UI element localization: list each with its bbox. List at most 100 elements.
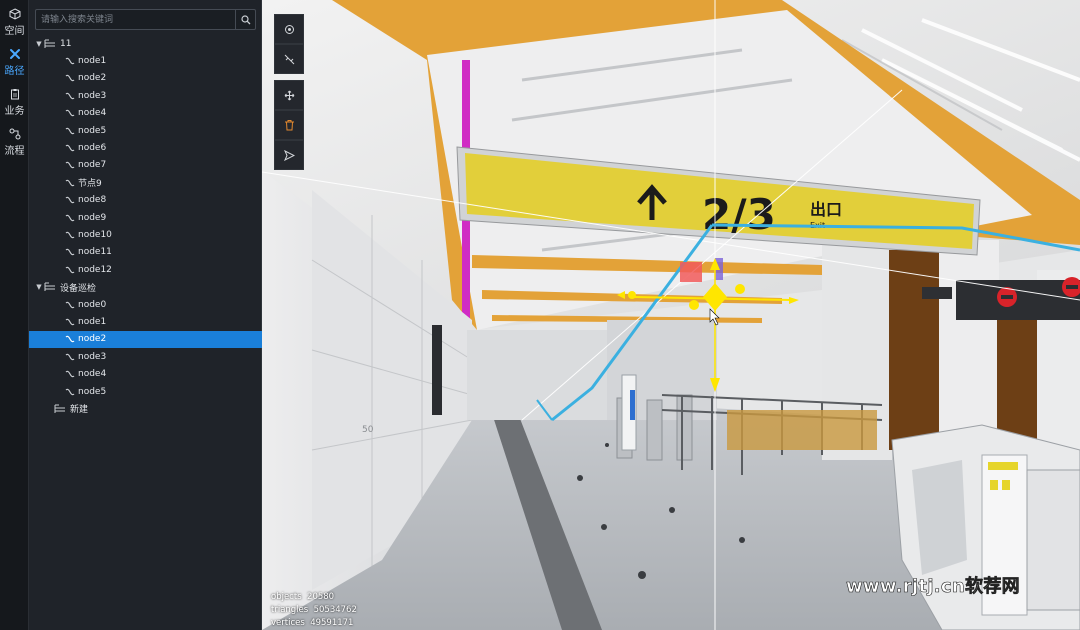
- node-path-icon: [65, 266, 75, 274]
- tree-node[interactable]: node1: [29, 52, 262, 69]
- send-tool[interactable]: [274, 140, 304, 170]
- tree-node-label: node10: [78, 229, 112, 240]
- 3d-viewport[interactable]: 50 2/3 出口 Exit: [262, 0, 1080, 630]
- node-path-icon: [65, 336, 75, 343]
- tree-node[interactable]: node12: [29, 261, 262, 278]
- tree-node-label: node5: [78, 386, 107, 397]
- tree-node[interactable]: node5: [29, 383, 262, 400]
- tree-group-icon: [44, 282, 55, 292]
- node-path-icon: [65, 92, 75, 100]
- tree-node[interactable]: node0: [29, 296, 262, 313]
- tree-node-label: node4: [78, 108, 107, 119]
- move-tool[interactable]: [274, 80, 304, 110]
- tree-node-label: node8: [78, 195, 107, 206]
- stat-label: triangles: [271, 605, 309, 615]
- tree-node[interactable]: node10: [29, 226, 262, 243]
- cube-icon: [9, 7, 20, 20]
- path-icon: [9, 48, 20, 59]
- stat-triangles: triangles 50534762: [271, 604, 357, 617]
- unlink-tool[interactable]: [274, 44, 304, 74]
- trash-icon: [284, 120, 294, 131]
- tree-node[interactable]: node7: [29, 157, 262, 174]
- tree-node-label: node3: [78, 351, 107, 362]
- viewport-toolbar: [274, 14, 304, 170]
- pillar-number: 50: [362, 425, 374, 435]
- caret-down-icon[interactable]: ▼: [34, 40, 44, 48]
- tree-node[interactable]: node8: [29, 192, 262, 209]
- node-path-icon: [65, 318, 75, 326]
- tree-node[interactable]: node1: [29, 313, 262, 330]
- tree-group[interactable]: 新建: [29, 400, 262, 417]
- rail-item-path[interactable]: 路径: [0, 42, 29, 82]
- stat-value: 20580: [307, 592, 335, 602]
- search-input[interactable]: [41, 12, 231, 27]
- node-path-icon: [65, 370, 75, 378]
- node-path-icon: [65, 109, 75, 117]
- caret-down-icon[interactable]: ▼: [34, 283, 44, 291]
- rail-item-space[interactable]: 空间: [0, 2, 29, 42]
- tree-node[interactable]: node2: [29, 70, 262, 87]
- station-scene[interactable]: 50 2/3 出口 Exit: [262, 0, 1080, 630]
- tree-node[interactable]: node6: [29, 139, 262, 156]
- locate-tool[interactable]: [274, 14, 304, 44]
- tree-group[interactable]: ▼ 11: [29, 35, 262, 52]
- delete-tool[interactable]: [274, 110, 304, 140]
- sign-cn: 出口: [810, 200, 842, 219]
- rail-item-flow[interactable]: 流程: [0, 122, 29, 162]
- app-window: 空间 路径 业务 流程 ▼ 11 node1 node2 node3 node4 node5…: [0, 0, 1080, 630]
- stat-label: objects: [271, 592, 302, 602]
- tree-node-label: node4: [78, 369, 107, 380]
- node-path-icon: [65, 162, 75, 169]
- watermark: www.rjtj.cn软荐网: [846, 576, 1020, 598]
- node-path-icon: [65, 127, 75, 134]
- node-path-icon: [65, 179, 75, 187]
- tree-node[interactable]: node5: [29, 122, 262, 139]
- tree-node[interactable]: node2: [29, 330, 262, 349]
- tree-node-label: node2: [78, 73, 107, 84]
- node-path-icon: [65, 144, 75, 152]
- stat-label: vertices: [271, 618, 305, 628]
- tree-group-label: 新建: [70, 405, 89, 416]
- tree-node-label: 节点9: [78, 179, 102, 190]
- tree-node[interactable]: node9: [29, 209, 262, 226]
- node-path-icon: [65, 57, 75, 65]
- tree-node[interactable]: node4: [29, 365, 262, 382]
- tree-group-label: 设备巡检: [60, 283, 97, 294]
- tree-node-label: node1: [78, 316, 107, 327]
- search-box: [35, 9, 256, 30]
- render-stats: objects 20580 triangles 50534762 vertice…: [271, 591, 357, 630]
- tree-node-label: node1: [78, 56, 107, 67]
- tree-node-label: node3: [78, 90, 107, 101]
- node-path-icon: [65, 214, 75, 221]
- search-button[interactable]: [235, 10, 255, 29]
- tree-node[interactable]: node4: [29, 105, 262, 122]
- stat-value: 50534762: [313, 605, 357, 615]
- tree-node[interactable]: 节点9: [29, 174, 262, 191]
- tree-node-label: node0: [78, 299, 107, 310]
- tree-node-label: node9: [78, 212, 107, 223]
- stat-value: 49591171: [310, 618, 354, 628]
- path-tree: ▼ 11 node1 node2 node3 node4 node5 node6 node7 节点…: [29, 35, 262, 418]
- tree-node-label: node5: [78, 125, 107, 136]
- tree-node-label: node2: [78, 334, 107, 345]
- rail-item-business[interactable]: 业务: [0, 82, 29, 122]
- send-icon: [283, 149, 295, 161]
- tree-group-icon: [54, 404, 65, 413]
- tree-node[interactable]: node11: [29, 244, 262, 261]
- rail-item-label: 业务: [4, 105, 25, 117]
- tree-node[interactable]: node3: [29, 348, 262, 365]
- rail-item-label: 空间: [4, 25, 25, 37]
- target-icon: [284, 24, 294, 34]
- node-path-icon: [65, 301, 75, 308]
- tree-node[interactable]: node3: [29, 87, 262, 104]
- node-path-icon: [65, 249, 75, 256]
- move-icon: [284, 90, 294, 100]
- clipboard-icon: [10, 88, 19, 99]
- tree-group[interactable]: ▼ 设备巡检: [29, 278, 262, 295]
- tree-panel: ▼ 11 node1 node2 node3 node4 node5 node6 node7 节点…: [29, 0, 262, 630]
- left-rail: 空间 路径 业务 流程: [0, 0, 29, 630]
- tree-node-label: node7: [78, 160, 107, 171]
- search-icon: [240, 14, 250, 24]
- flow-icon: [9, 128, 20, 139]
- stat-vertices: vertices 49591171: [271, 617, 357, 630]
